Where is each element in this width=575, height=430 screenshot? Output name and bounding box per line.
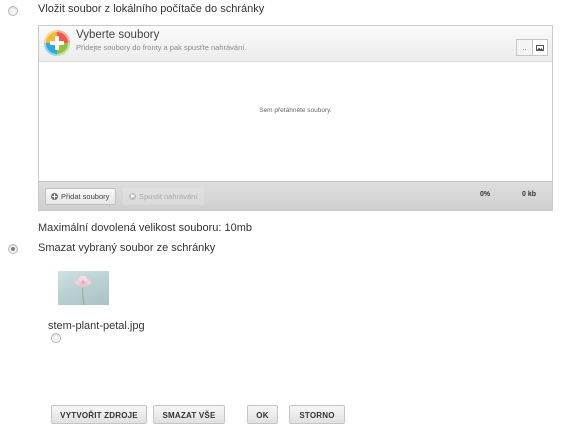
delete-option-radio[interactable] (8, 244, 18, 254)
plus-circle-icon (51, 193, 58, 200)
add-files-logo-icon (44, 30, 70, 56)
start-upload-button[interactable]: Spustit nahrávání (123, 188, 205, 205)
upload-percent: 0% (480, 191, 491, 198)
list-view-icon[interactable]: ‥ (517, 40, 532, 55)
view-switcher: ‥ (516, 39, 548, 56)
upload-option-radio[interactable] (8, 6, 18, 16)
delete-all-button[interactable]: SMAZAT VŠE (153, 405, 225, 424)
file-select-radio[interactable] (51, 333, 61, 343)
cancel-button[interactable]: STORNO (289, 405, 345, 424)
file-name: stem-plant-petal.jpg (48, 320, 145, 332)
uploader-subtitle: Přidejte soubory do fronty a pak spusťte… (76, 43, 247, 52)
flower-image (75, 275, 91, 305)
file-thumbnail[interactable] (58, 271, 109, 305)
create-resources-button[interactable]: VYTVOŘIT ZDROJE (51, 405, 147, 424)
play-circle-icon (129, 193, 136, 200)
max-size-text: Maximální dovolená velikost souboru: 10m… (38, 222, 253, 234)
uploader-header: Vyberte soubory Přidejte soubory do fron… (39, 26, 552, 62)
delete-option-label: Smazat vybraný soubor ze schránky (38, 242, 216, 254)
upload-option-label: Vložit soubor z lokálního počítače do sc… (38, 3, 265, 15)
uploader-footer: Přidat soubory Spustit nahrávání 0% 0 kb (39, 181, 552, 210)
start-upload-label: Spustit nahrávání (139, 192, 198, 201)
add-files-label: Přidat soubory (61, 192, 110, 201)
ok-button[interactable]: OK (247, 405, 278, 424)
add-files-button[interactable]: Přidat soubory (45, 188, 117, 205)
drop-zone-text: Sem přetáhněte soubory. (259, 107, 332, 114)
file-uploader: Vyberte soubory Přidejte soubory do fron… (38, 25, 553, 211)
thumbnail-view-icon[interactable] (532, 40, 547, 55)
upload-size: 0 kb (522, 191, 537, 198)
uploader-title: Vyberte soubory (76, 29, 160, 41)
